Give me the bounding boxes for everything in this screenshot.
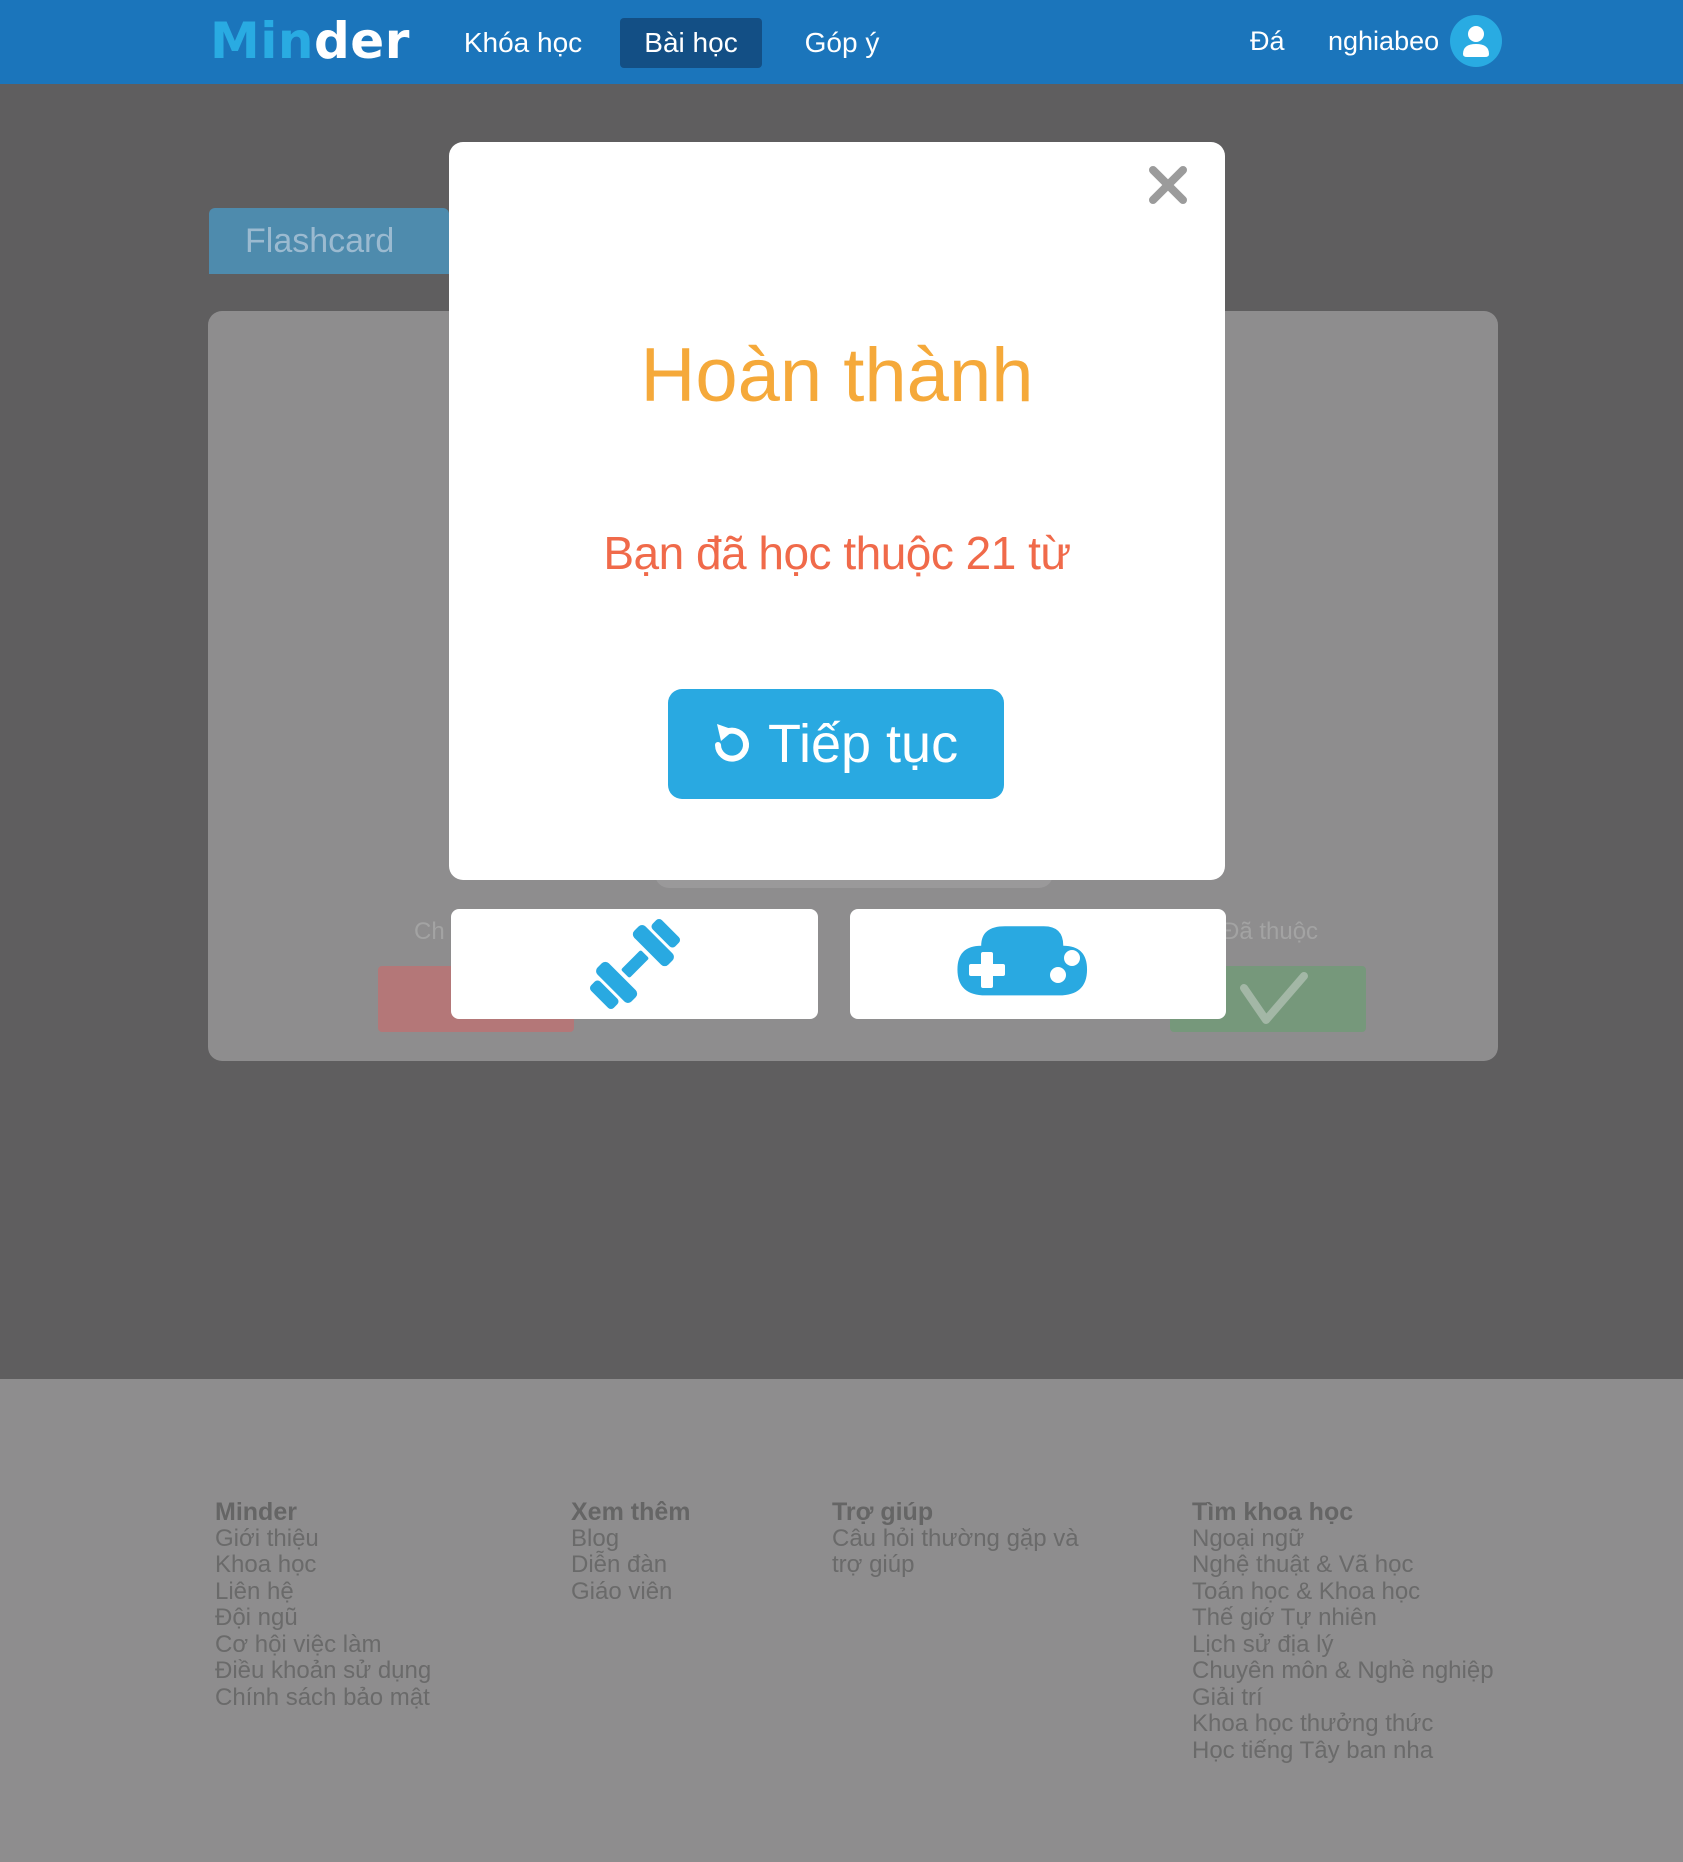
practice-card[interactable] — [451, 909, 818, 1019]
footer-col-minder: Minder Giới thiệu Khoa học Liên hệ Đội n… — [215, 1499, 431, 1711]
learned-label: Đã thuộc — [1222, 918, 1319, 945]
footer-link[interactable]: Giới thiệu — [215, 1525, 431, 1553]
logo-part-2: der — [314, 12, 410, 70]
footer-link[interactable]: Đội ngũ — [215, 1604, 431, 1632]
continue-label: Tiếp tục — [768, 714, 959, 774]
user-short-link[interactable]: Đá — [1250, 18, 1285, 64]
footer-col-tro-giup: Trợ giúp Câu hỏi thường gặp và trợ giúp — [832, 1499, 1079, 1579]
footer-link[interactable]: Lịch sử địa lý — [1192, 1631, 1494, 1659]
footer-link[interactable]: Ngoại ngữ — [1192, 1525, 1494, 1553]
footer-col-xem-them: Xem thêm Blog Diễn đàn Giáo viên — [571, 1499, 690, 1605]
close-icon — [1149, 166, 1187, 204]
footer-col-tim-khoa-hoc: Tìm khoa học Ngoại ngữ Nghệ thuật & Vã h… — [1192, 1499, 1494, 1764]
gamepad-icon — [957, 926, 1088, 996]
close-button[interactable] — [1143, 160, 1193, 210]
footer-link[interactable]: Câu hỏi thường gặp và — [832, 1525, 1079, 1553]
footer-link[interactable]: Điều khoản sử dụng — [215, 1657, 431, 1685]
nav-bai-hoc[interactable]: Bài học — [620, 18, 762, 68]
footer-heading: Xem thêm — [571, 1498, 691, 1526]
nav-khoa-hoc[interactable]: Khóa học — [445, 18, 601, 68]
modal-message: Bạn đã học thuộc 21 từ — [603, 527, 1071, 579]
footer-link[interactable]: Khoa học — [215, 1551, 431, 1579]
username-link[interactable]: nghiabeo — [1328, 18, 1439, 64]
footer-link[interactable]: Khoa học thưởng thức — [1192, 1710, 1494, 1738]
footer-heading: Tìm khoa học — [1192, 1498, 1354, 1526]
continue-button[interactable]: Tiếp tục — [668, 689, 1004, 799]
footer-heading: Trợ giúp — [832, 1498, 934, 1526]
footer-link[interactable]: Nghệ thuật & Vã học — [1192, 1551, 1494, 1579]
footer-link[interactable]: Diễn đàn — [571, 1551, 690, 1579]
flashcard-tab[interactable]: Flashcard — [209, 208, 449, 274]
user-icon — [1463, 26, 1489, 57]
footer-link[interactable]: Liên hệ — [215, 1578, 431, 1606]
top-navbar: Minder Khóa học Bài học Góp ý Đá nghiabe… — [0, 0, 1683, 84]
footer-link[interactable]: Cơ hội việc làm — [215, 1631, 431, 1659]
nav-gop-y[interactable]: Góp ý — [790, 18, 894, 68]
logo-part-1: Min — [210, 12, 314, 70]
footer-link[interactable]: Học tiếng Tây ban nha — [1192, 1737, 1494, 1765]
dumbbell-icon — [589, 918, 681, 1010]
modal-title: Hoàn thành — [640, 333, 1034, 418]
footer-link[interactable]: Giải trí — [1192, 1684, 1494, 1712]
footer-link[interactable]: Giáo viên — [571, 1578, 690, 1606]
footer-link[interactable]: Blog — [571, 1525, 690, 1553]
completion-modal: Hoàn thành Bạn đã học thuộc 21 từ Tiếp t… — [449, 142, 1225, 880]
footer-link[interactable]: Thế giớ Tự nhiên — [1192, 1604, 1494, 1632]
footer-link[interactable]: Chuyên môn & Nghề nghiệp — [1192, 1657, 1494, 1685]
logo[interactable]: Minder — [210, 12, 410, 70]
footer-link[interactable]: trợ giúp — [832, 1551, 1079, 1579]
footer: Minder Giới thiệu Khoa học Liên hệ Đội n… — [0, 1379, 1683, 1862]
footer-link[interactable]: Toán học & Khoa học — [1192, 1578, 1494, 1606]
not-learned-label: Ch — [414, 918, 445, 945]
footer-heading: Minder — [215, 1498, 297, 1526]
avatar[interactable] — [1450, 15, 1502, 67]
game-card[interactable] — [850, 909, 1226, 1019]
refresh-icon — [715, 724, 749, 762]
footer-link[interactable]: Chính sách bảo mật — [215, 1684, 431, 1712]
